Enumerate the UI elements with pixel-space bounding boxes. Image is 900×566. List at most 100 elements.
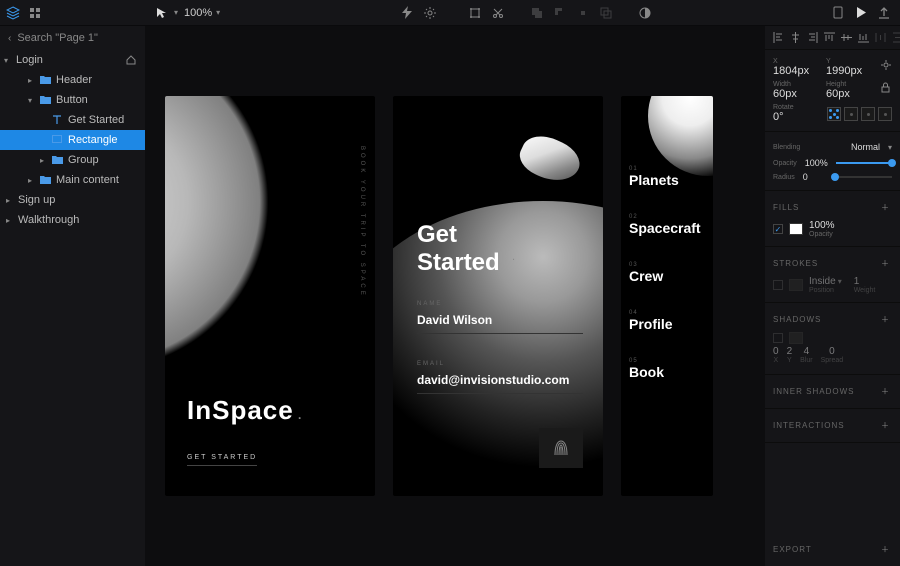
align-vcenter-icon[interactable] <box>841 32 852 43</box>
add-shadow-icon[interactable]: ＋ <box>879 313 892 326</box>
height-field[interactable]: Height60px <box>826 81 873 100</box>
menu-item-book[interactable]: 05Book <box>629 358 705 380</box>
search-row[interactable]: ‹ Search "Page 1" <box>0 26 145 50</box>
lock-icon[interactable] <box>879 81 892 94</box>
menu-item-profile[interactable]: 04Profile <box>629 310 705 332</box>
stroke-row[interactable]: Inside Position 1 Weight <box>765 274 900 296</box>
x-field[interactable]: X1804px <box>773 58 820 77</box>
email-value: david@invisionstudio.com <box>417 373 583 394</box>
menu-label: Planets <box>629 172 705 188</box>
strokes-section: STROKES＋ Inside Position 1 Weight <box>765 247 900 303</box>
add-stroke-icon[interactable]: ＋ <box>879 257 892 270</box>
folder-icon <box>52 155 64 165</box>
layer-walkthrough[interactable]: ▸Walkthrough <box>0 210 145 230</box>
shadow-blur[interactable]: 4Blur <box>800 346 812 364</box>
frame-icon[interactable] <box>468 6 481 19</box>
add-fill-icon[interactable]: ＋ <box>879 201 892 214</box>
opacity-row[interactable]: Opacity 100% <box>765 156 900 170</box>
layer-button[interactable]: ▾Button <box>0 90 145 110</box>
text-icon <box>52 115 64 125</box>
mask-icon[interactable] <box>638 6 651 19</box>
fill-checkbox[interactable] <box>773 224 783 234</box>
menu-item-planets[interactable]: 01Planets <box>629 166 705 188</box>
width-field[interactable]: Width60px <box>773 81 820 100</box>
radius-slider[interactable] <box>835 176 892 178</box>
shadow-spread[interactable]: 0Spread <box>821 346 844 364</box>
intersect-icon[interactable] <box>576 6 589 19</box>
device-icon[interactable] <box>831 6 844 19</box>
distribute-v-icon[interactable] <box>892 32 900 43</box>
align-left-icon[interactable] <box>773 32 784 43</box>
moon-graphic <box>165 96 305 406</box>
layer-header[interactable]: ▸Header <box>0 70 145 90</box>
blending-row[interactable]: Blending Normal <box>765 138 900 156</box>
shadow-x[interactable]: 0X <box>773 346 779 364</box>
zoom-dropdown[interactable]: 100% ▾ <box>184 7 220 19</box>
bolt-icon[interactable] <box>400 6 413 19</box>
artboard-login[interactable]: BOOK YOUR TRIP TO SPACE InSpace . GET ST… <box>165 96 375 496</box>
align-top-icon[interactable] <box>824 32 835 43</box>
gear-icon[interactable] <box>423 6 436 19</box>
difference-icon[interactable] <box>599 6 612 19</box>
align-right-icon[interactable] <box>807 32 818 43</box>
shadow-row[interactable] <box>765 330 900 346</box>
shadow-checkbox[interactable] <box>773 333 783 343</box>
target-icon[interactable] <box>879 58 892 71</box>
canvas[interactable]: BOOK YOUR TRIP TO SPACE InSpace . GET ST… <box>145 26 765 566</box>
opacity-slider[interactable] <box>836 162 892 164</box>
name-value: David Wilson <box>417 313 583 334</box>
fill-swatch[interactable] <box>789 223 803 235</box>
layer-rectangle[interactable]: Rectangle <box>0 130 145 150</box>
layer-get-started[interactable]: Get Started <box>0 110 145 130</box>
email-field[interactable]: EMAIL david@invisionstudio.com <box>417 361 583 394</box>
play-icon[interactable] <box>854 6 867 19</box>
search-placeholder: Search "Page 1" <box>17 32 98 44</box>
folder-icon <box>40 175 52 185</box>
home-icon[interactable] <box>124 54 137 67</box>
stroke-swatch[interactable] <box>789 279 803 291</box>
rect-icon <box>52 135 64 145</box>
libraries-tab-icon[interactable] <box>28 6 42 20</box>
align-hcenter-icon[interactable] <box>790 32 801 43</box>
stroke-checkbox[interactable] <box>773 280 783 290</box>
distribute-h-icon[interactable] <box>875 32 886 43</box>
layer-main-content[interactable]: ▸Main content <box>0 170 145 190</box>
name-field[interactable]: NAME David Wilson <box>417 301 583 334</box>
layers-tab-icon[interactable] <box>6 6 20 20</box>
rotate-field[interactable]: Rotate0° <box>773 104 821 123</box>
fill-row[interactable]: 100% Opacity <box>765 218 900 240</box>
artboard-signup[interactable]: Get Started . NAME David Wilson EMAIL da… <box>393 96 603 496</box>
export-section: EXPORT＋ <box>765 533 900 566</box>
layer-group[interactable]: ▸Group <box>0 150 145 170</box>
artboard-menu[interactable]: 01Planets 02Spacecraft 03Crew 04Profile 05Bo… <box>621 96 713 496</box>
caret-icon: ▸ <box>40 156 48 165</box>
upload-icon[interactable] <box>877 6 890 19</box>
subtract-icon[interactable] <box>553 6 566 19</box>
shadow-y[interactable]: 2Y <box>787 346 793 364</box>
scissors-icon[interactable] <box>491 6 504 19</box>
menu-item-crew[interactable]: 03Crew <box>629 262 705 284</box>
app-title: InSpace . <box>187 395 302 426</box>
add-export-icon[interactable]: ＋ <box>879 543 892 556</box>
layers-panel: ‹ Search "Page 1" ▾ Login ▸Header▾Button… <box>0 26 145 566</box>
fingerprint-button[interactable] <box>539 428 583 468</box>
y-field[interactable]: Y1990px <box>826 58 873 77</box>
shadow-swatch[interactable] <box>789 332 803 344</box>
fills-section: FILLS＋ 100% Opacity <box>765 191 900 247</box>
top-page-row[interactable]: ▾ Login <box>0 50 145 70</box>
caret-icon: ▸ <box>6 216 14 225</box>
layer-label: Main content <box>56 174 145 186</box>
layer-label: Sign up <box>18 194 145 206</box>
get-started-button[interactable]: GET STARTED <box>187 454 257 466</box>
caret-icon: ▾ <box>4 56 12 65</box>
origin-picker[interactable] <box>827 107 892 121</box>
align-bottom-icon[interactable] <box>858 32 869 43</box>
cursor-tool-icon[interactable] <box>155 6 168 19</box>
radius-row[interactable]: Radius 0 <box>765 170 900 184</box>
menu-item-spacecraft[interactable]: 02Spacecraft <box>629 214 705 236</box>
add-inner-shadow-icon[interactable]: ＋ <box>879 385 892 398</box>
union-icon[interactable] <box>530 6 543 19</box>
layer-sign-up[interactable]: ▸Sign up <box>0 190 145 210</box>
add-interaction-icon[interactable]: ＋ <box>879 419 892 432</box>
geometry-section: X1804px Y1990px Width60px Height60px Rot… <box>765 50 900 132</box>
